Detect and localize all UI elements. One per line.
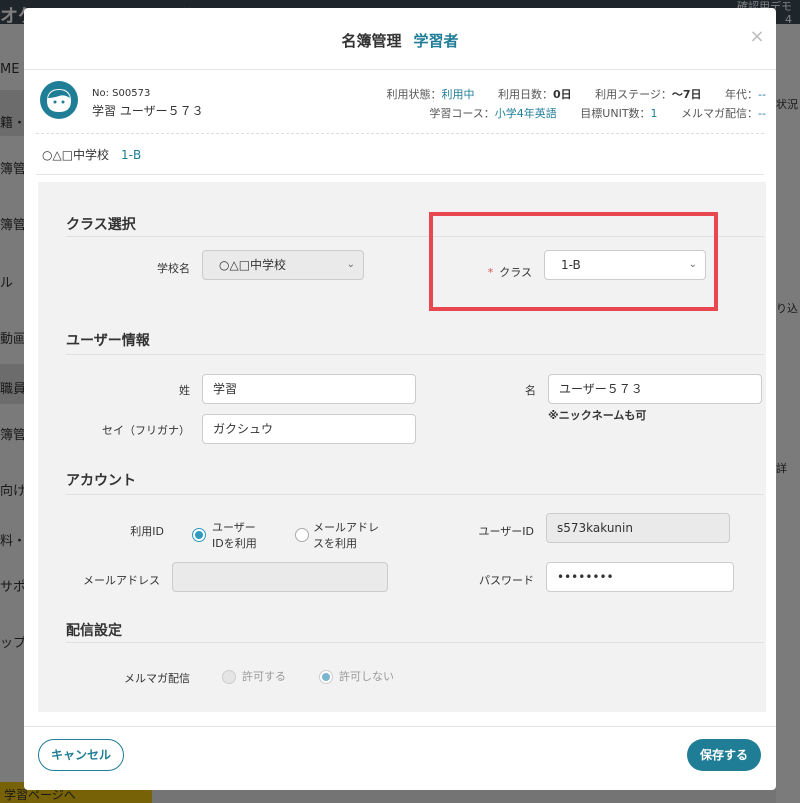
section-divider	[66, 642, 764, 643]
section-title-account: アカウント	[66, 473, 136, 489]
password-label: パスワード	[479, 574, 534, 587]
email-input[interactable]	[172, 562, 388, 592]
info-target-units: 目標UNIT数：1	[580, 107, 658, 120]
info-usage-stage: 利用ステージ：〜7日	[595, 88, 702, 101]
avatar-icon	[40, 81, 78, 119]
divider	[36, 133, 764, 134]
radio-use-user-id-label[interactable]: ユーザー IDを利用	[212, 520, 257, 552]
current-school-line: ○△□中学校 1-B	[42, 146, 141, 163]
user-id-label: ユーザーID	[478, 525, 535, 538]
section-title-class: クラス選択	[66, 217, 136, 233]
radio-newsletter-deny-label[interactable]: 許可しない	[339, 669, 394, 685]
info-row-1: 利用状態：利用中 利用日数：0日 利用ステージ：〜7日 年代：--	[366, 86, 766, 102]
school-select[interactable]: ○△□中学校 ⌄	[202, 250, 364, 280]
current-school: ○△□中学校	[42, 148, 110, 162]
highlight-box	[429, 212, 718, 311]
school-label: 学校名	[157, 262, 190, 275]
user-id-input[interactable]: s573kakunin	[546, 513, 730, 543]
footer-divider	[24, 726, 776, 727]
kana-label: セイ（フリガナ）	[102, 424, 190, 437]
last-name-input[interactable]: 学習	[202, 374, 416, 404]
divider	[36, 174, 764, 175]
modal-title: 名簿管理 学習者	[24, 30, 776, 51]
cancel-button[interactable]: キャンセル	[38, 739, 124, 771]
roster-modal: 名簿管理 学習者 × No: S00573 学習 ユーザー５７３ 利用状態：利用中…	[24, 8, 776, 790]
radio-newsletter-allow-label[interactable]: 許可する	[242, 669, 286, 685]
info-age: 年代：--	[725, 88, 766, 101]
chevron-down-icon: ⌄	[346, 259, 355, 270]
section-divider	[66, 494, 764, 495]
password-input[interactable]: ••••••••	[546, 562, 734, 592]
school-select-value: ○△□中学校	[219, 258, 287, 272]
radio-newsletter-deny[interactable]	[319, 670, 333, 684]
newsletter-label: メルマガ配信	[124, 672, 190, 685]
radio-newsletter-allow[interactable]	[222, 670, 236, 684]
radio-use-user-id[interactable]	[192, 528, 206, 542]
info-course: 学習コース：小学4年英語	[429, 107, 557, 120]
modal-title-text: 名簿管理	[341, 32, 402, 50]
user-name: 学習 ユーザー５７３	[92, 104, 204, 118]
kana-input[interactable]: ガクシュウ	[202, 414, 416, 444]
current-class: 1-B	[121, 148, 142, 162]
save-button[interactable]: 保存する	[687, 739, 761, 771]
info-row-2: 学習コース：小学4年英語 目標UNIT数：1 メルマガ配信：--	[409, 105, 766, 121]
modal-title-role: 学習者	[413, 32, 459, 50]
radio-use-email-label[interactable]: メールアドレ スを利用	[313, 520, 379, 552]
login-id-label: 利用ID	[130, 525, 164, 538]
modal-header: 名簿管理 学習者 ×	[24, 8, 776, 70]
info-newsletter: メルマガ配信：--	[681, 107, 766, 120]
first-name-label: 名	[525, 384, 536, 397]
email-label: メールアドレス	[83, 574, 160, 587]
nickname-note: ※ニックネームも可	[548, 409, 647, 422]
info-usage-days: 利用日数：0日	[497, 88, 572, 101]
close-icon[interactable]: ×	[748, 28, 766, 46]
section-title-user: ユーザー情報	[66, 333, 150, 349]
info-usage-status: 利用状態：利用中	[386, 88, 475, 101]
user-number: No: S00573	[92, 88, 151, 99]
section-title-delivery: 配信設定	[66, 623, 122, 639]
last-name-label: 姓	[179, 384, 190, 397]
section-divider	[66, 354, 764, 355]
first-name-input[interactable]: ユーザー５７３	[548, 374, 762, 404]
radio-use-email[interactable]	[295, 528, 309, 542]
